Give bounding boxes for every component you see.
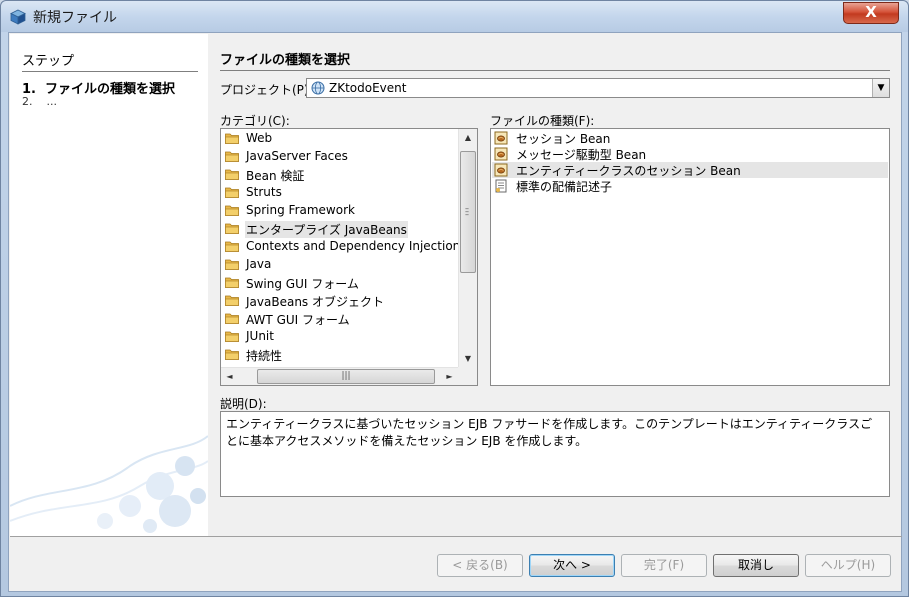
folder-icon (225, 277, 239, 288)
category-label: JavaBeans オブジェクト (246, 295, 384, 309)
globe-icon (311, 81, 325, 95)
description-text: エンティティークラスに基づいたセッション EJB ファサードを作成します。このテ… (220, 411, 890, 497)
folder-icon (225, 241, 239, 252)
horizontal-scroll-thumb[interactable]: ||| (257, 369, 435, 384)
steps-panel: ステップ 1. ファイルの種類を選択 2. ... (10, 34, 208, 536)
netbeans-cube-icon (10, 9, 26, 25)
folder-icon (225, 169, 239, 180)
scroll-right-icon[interactable]: ► (441, 368, 458, 385)
filetype-item[interactable]: エンティティークラスのセッション Bean (492, 162, 888, 178)
folder-icon (225, 205, 239, 216)
filetype-item[interactable]: 標準の配備記述子 (492, 178, 888, 194)
project-value: ZKtodoEvent (329, 81, 407, 95)
folder-icon (225, 223, 239, 234)
category-label: Swing GUI フォーム (246, 277, 359, 291)
categories-vertical-scrollbar[interactable]: ▲ – – – ▼ (458, 129, 477, 367)
category-item[interactable]: Web (223, 130, 458, 148)
folder-icon (225, 295, 239, 306)
filetypes-list[interactable]: セッション Bean メッセージ駆動型 Bean エンティティークラスのセッション … (490, 128, 890, 386)
category-label: Struts (246, 185, 282, 199)
scroll-left-icon[interactable]: ◄ (221, 368, 238, 385)
chevron-down-icon[interactable]: ▼ (872, 79, 889, 97)
steps-title: ステップ (22, 50, 198, 72)
step-2-label: ... (46, 95, 58, 108)
help-button[interactable]: ヘルプ(H) (805, 554, 891, 577)
finish-button[interactable]: 完了(F) (621, 554, 707, 577)
category-item[interactable]: Struts (223, 184, 458, 202)
filetype-item[interactable]: メッセージ駆動型 Bean (492, 146, 888, 162)
category-item[interactable]: Bean 検証 (223, 166, 458, 184)
back-button[interactable]: < 戻る(B) (437, 554, 523, 577)
filetype-label: セッション Bean (516, 132, 611, 146)
title-bar[interactable]: 新規ファイル X (1, 1, 908, 32)
category-item[interactable]: 持続性 (223, 346, 458, 364)
dialog-window: 新規ファイル X ステップ 1. ファイルの種類を選択 2. ... ファイルの… (0, 0, 909, 597)
category-item[interactable]: Spring Framework (223, 202, 458, 220)
category-label: Web (246, 131, 273, 145)
window-title: 新規ファイル (33, 10, 117, 26)
folder-icon (225, 313, 239, 324)
bean-icon (494, 147, 508, 161)
category-label: エンタープライズ JavaBeans (245, 221, 408, 238)
filetype-label: メッセージ駆動型 Bean (516, 148, 647, 162)
step-1-label: ファイルの種類を選択 (45, 82, 176, 97)
folder-icon (225, 187, 239, 198)
category-label: Java (246, 257, 272, 271)
bean-icon (494, 163, 508, 177)
filetypes-label: ファイルの種類(F): (490, 114, 595, 128)
folder-icon (225, 259, 239, 270)
categories-horizontal-scrollbar[interactable]: ◄ ||| ► (221, 367, 458, 385)
dialog-body: ステップ 1. ファイルの種類を選択 2. ... ファイルの種類を選択 プロジ… (8, 32, 902, 592)
category-item[interactable]: JUnit (223, 328, 458, 346)
folder-icon (225, 133, 239, 144)
category-item[interactable]: JavaServer Faces (223, 148, 458, 166)
section-title: ファイルの種類を選択 (220, 49, 890, 71)
filetype-label: エンティティークラスのセッション Bean (516, 164, 741, 178)
step-2-num: 2. (22, 95, 33, 108)
folder-icon (225, 151, 239, 162)
scroll-down-icon[interactable]: ▼ (459, 350, 477, 367)
project-combobox[interactable]: ZKtodoEvent ▼ (306, 78, 890, 98)
folder-icon (225, 349, 239, 360)
category-item[interactable]: AWT GUI フォーム (223, 310, 458, 328)
folder-icon (225, 331, 239, 342)
descriptor-file-icon (495, 179, 507, 193)
scrollbar-corner (458, 367, 477, 385)
category-item[interactable]: JavaBeans オブジェクト (223, 292, 458, 310)
category-item[interactable]: Java (223, 256, 458, 274)
close-button[interactable]: X (843, 2, 899, 24)
category-item[interactable]: Swing GUI フォーム (223, 274, 458, 292)
vertical-scroll-thumb[interactable]: – – – (460, 151, 476, 273)
category-label: Bean 検証 (246, 169, 305, 183)
category-label: Contexts and Dependency Injection (246, 239, 458, 253)
filetype-item[interactable]: セッション Bean (492, 130, 888, 146)
scroll-up-icon[interactable]: ▲ (459, 129, 477, 146)
category-label: JavaServer Faces (246, 149, 348, 163)
step-2: 2. ... (22, 95, 57, 108)
categories-list[interactable]: Web JavaServer Faces Bean 検証 Struts Spring F… (220, 128, 478, 386)
cancel-button[interactable]: 取消し (713, 554, 799, 577)
category-label: AWT GUI フォーム (246, 313, 350, 327)
categories-label: カテゴリ(C): (220, 114, 290, 128)
category-label: JUnit (246, 329, 274, 343)
decorative-swirl-graphic (10, 435, 208, 533)
filetype-label: 標準の配備記述子 (516, 180, 613, 194)
next-button[interactable]: 次へ > (529, 554, 615, 577)
button-separator (10, 536, 902, 537)
project-label: プロジェクト(P): (220, 83, 313, 97)
bean-icon (494, 131, 508, 145)
category-label: Spring Framework (246, 203, 355, 217)
category-item[interactable]: エンタープライズ JavaBeans (223, 220, 458, 238)
category-label: 持続性 (246, 349, 283, 363)
description-label: 説明(D): (220, 397, 267, 411)
category-item[interactable]: Contexts and Dependency Injection (223, 238, 458, 256)
